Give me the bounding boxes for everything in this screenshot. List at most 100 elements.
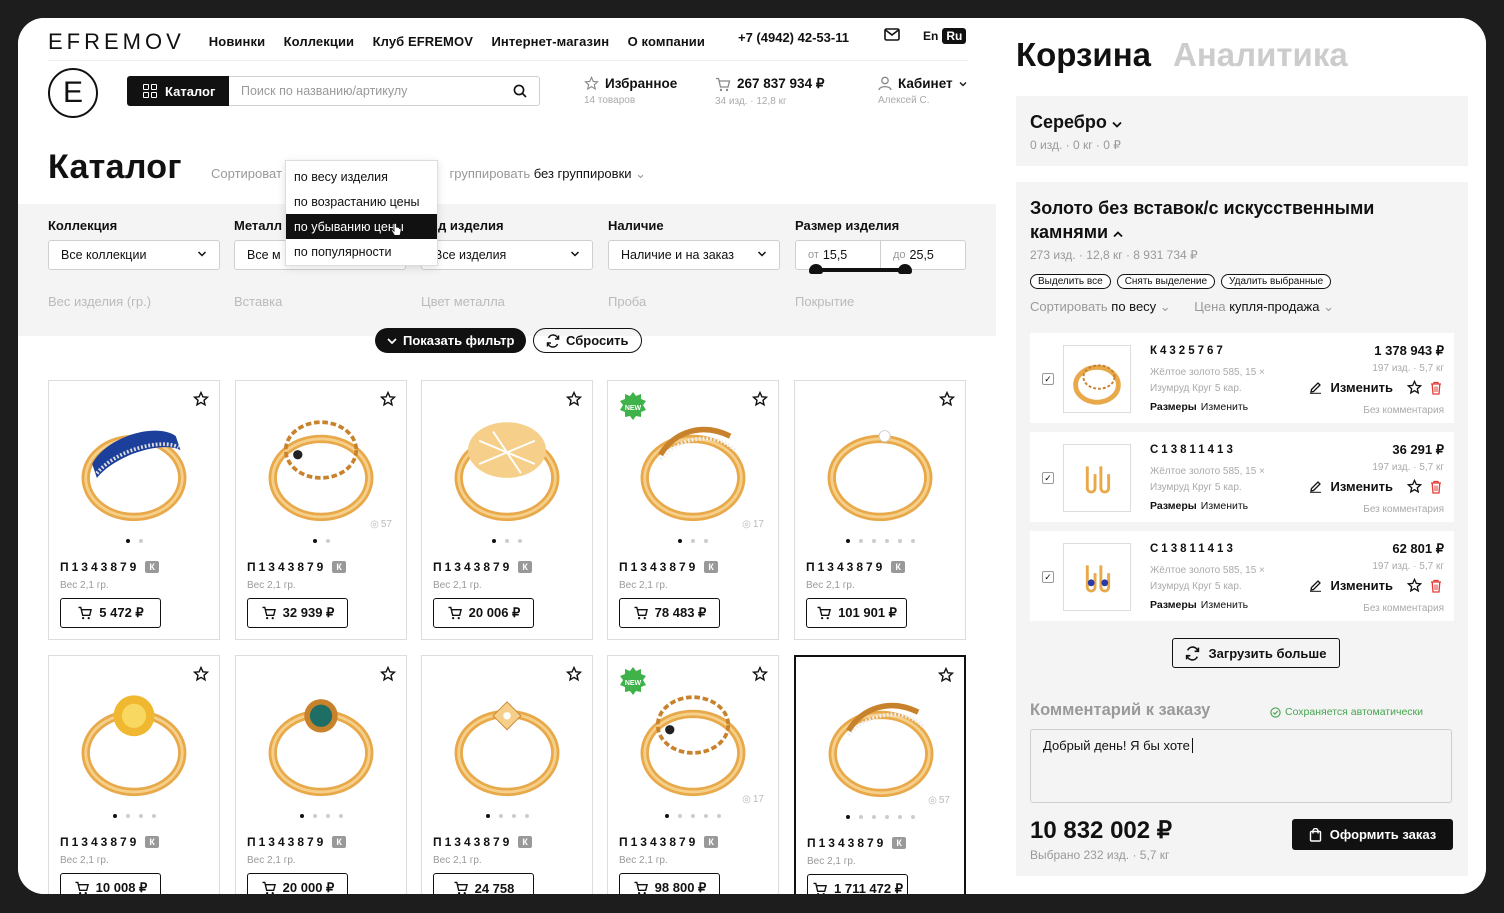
brand-emblem[interactable]: E [48, 68, 98, 118]
sort-option-price-asc[interactable]: по возрастанию цены [286, 189, 437, 214]
nav-collections[interactable]: Коллекции [284, 34, 355, 49]
nav-about[interactable]: О компании [628, 34, 705, 49]
cart-link[interactable]: 267 837 934 ₽ 34 изд. · 12,8 кг [715, 76, 824, 107]
ring-image[interactable] [442, 674, 572, 804]
item-thumbnail[interactable] [1063, 345, 1131, 413]
favorite-star-icon[interactable] [566, 391, 582, 407]
edit-button[interactable]: Изменить [1330, 578, 1393, 593]
size-slider-min-handle[interactable] [809, 264, 823, 274]
add-to-cart-button[interactable]: 5 472 ₽ [60, 598, 161, 628]
add-to-cart-button[interactable]: 101 901 ₽ [806, 598, 907, 628]
ring-image[interactable] [256, 399, 386, 529]
favorite-star-icon[interactable] [752, 666, 768, 682]
image-pager[interactable] [422, 539, 592, 543]
favorite-star-icon[interactable] [939, 391, 955, 407]
item-thumbnail[interactable] [1063, 444, 1131, 512]
mail-icon[interactable] [884, 28, 900, 41]
load-more-button[interactable]: Загрузить больше [1172, 638, 1340, 668]
image-pager[interactable] [236, 814, 406, 818]
product-card[interactable]: П1343879 К Вес 2,1 гр. 20 000 ₽ [235, 655, 407, 894]
ring-image[interactable] [69, 674, 199, 804]
item-comment[interactable]: Без комментария [1363, 603, 1444, 614]
add-to-cart-button[interactable]: 78 483 ₽ [619, 598, 720, 628]
product-card[interactable]: П1343879 К Вес 2,1 гр. 5 472 ₽ [48, 380, 220, 640]
favorite-star-icon[interactable] [1407, 380, 1422, 395]
add-to-cart-button[interactable]: 20 006 ₽ [433, 598, 534, 628]
filter-coating[interactable]: Покрытие [795, 294, 854, 309]
account-link[interactable]: Кабинет Алексей С. [878, 76, 967, 106]
sizes-edit-link[interactable]: Изменить [1201, 401, 1248, 413]
favorite-star-icon[interactable] [380, 666, 396, 682]
sizes-edit-link[interactable]: Изменить [1201, 500, 1248, 512]
phone-number[interactable]: +7 (4942) 42-53-11 [738, 30, 849, 45]
ring-image[interactable] [69, 399, 199, 529]
lang-ru[interactable]: Ru [942, 28, 967, 44]
size-to-input[interactable]: до 25,5 [881, 241, 965, 269]
item-thumbnail[interactable] [1063, 543, 1131, 611]
item-comment[interactable]: Без комментария [1363, 405, 1444, 416]
filter-weight[interactable]: Вес изделия (гр.) [48, 294, 151, 309]
trash-icon[interactable] [1430, 480, 1442, 494]
ring-image[interactable] [256, 674, 386, 804]
size-from-input[interactable]: от 15,5 [796, 241, 881, 269]
cart-price-value[interactable]: купля-продажа [1229, 299, 1319, 314]
favorite-star-icon[interactable] [752, 391, 768, 407]
lang-en[interactable]: En [923, 29, 938, 43]
cart-sort-value[interactable]: по весу [1111, 299, 1156, 314]
edit-button[interactable]: Изменить [1330, 479, 1393, 494]
image-pager[interactable] [236, 539, 406, 543]
nav-club[interactable]: Клуб EFREMOV [373, 34, 473, 49]
favorite-star-icon[interactable] [1407, 479, 1422, 494]
filter-insert[interactable]: Вставка [234, 294, 282, 309]
favorite-star-icon[interactable] [1407, 578, 1422, 593]
favorite-star-icon[interactable] [938, 667, 954, 683]
reset-button[interactable]: Сбросить [533, 328, 642, 353]
order-comment-textarea[interactable]: Добрый день! Я бы хоте [1030, 729, 1452, 803]
select-all-chip[interactable]: Выделить все [1030, 274, 1111, 289]
type-select[interactable]: Все изделия [421, 240, 593, 270]
group-value[interactable]: без группировки [534, 166, 632, 181]
favorite-star-icon[interactable] [193, 666, 209, 682]
nav-shop[interactable]: Интернет-магазин [491, 34, 609, 49]
image-pager[interactable] [796, 815, 964, 819]
tab-analytics[interactable]: Аналитика [1173, 36, 1348, 73]
product-card[interactable]: П1343879 К Вес 2,1 гр. 24 758 [421, 655, 593, 894]
add-to-cart-button[interactable]: 10 008 ₽ [60, 873, 161, 894]
add-to-cart-button[interactable]: 24 758 [433, 873, 534, 894]
sort-option-price-desc[interactable]: по убыванию цены [286, 214, 437, 239]
edit-button[interactable]: Изменить [1330, 380, 1393, 395]
deselect-chip[interactable]: Снять выделение [1116, 274, 1216, 289]
add-to-cart-button[interactable]: 32 939 ₽ [247, 598, 348, 628]
catalog-button[interactable]: Каталог [127, 76, 229, 106]
trash-icon[interactable] [1430, 381, 1442, 395]
nav-new[interactable]: Новинки [209, 34, 265, 49]
image-pager[interactable] [49, 814, 219, 818]
product-card[interactable]: NEW ◎ 17 П1343879 К Вес 2,1 гр. 78 483 ₽ [607, 380, 779, 640]
ring-image[interactable] [815, 399, 945, 529]
ring-image[interactable] [442, 399, 572, 529]
sort-option-weight[interactable]: по весу изделия [286, 164, 437, 189]
product-card[interactable]: П1343879 К Вес 2,1 гр. 101 901 ₽ [794, 380, 966, 640]
image-pager[interactable] [422, 814, 592, 818]
favorite-star-icon[interactable] [193, 391, 209, 407]
delete-selected-chip[interactable]: Удалить выбранные [1221, 274, 1332, 289]
product-card[interactable]: П1343879 К Вес 2,1 гр. 20 006 ₽ [421, 380, 593, 640]
sort-option-popularity[interactable]: по популярности [286, 239, 437, 264]
image-pager[interactable] [49, 539, 219, 543]
availability-select[interactable]: Наличие и на заказ [608, 240, 780, 270]
trash-icon[interactable] [1430, 579, 1442, 593]
product-card[interactable]: ◎ 57 П1343879 К Вес 2,1 гр. 1 711 472 ₽ [794, 655, 966, 894]
gold-group-title[interactable]: Золото без вставок/с искусственными камн… [1030, 196, 1454, 244]
item-checkbox[interactable]: ✓ [1042, 472, 1054, 484]
image-pager[interactable] [795, 539, 965, 543]
collection-select[interactable]: Все коллекции [48, 240, 220, 270]
add-to-cart-button[interactable]: 20 000 ₽ [247, 873, 348, 894]
favorite-star-icon[interactable] [566, 666, 582, 682]
product-card[interactable]: ◎ 57 П1343879 К Вес 2,1 гр. 32 939 ₽ [235, 380, 407, 640]
brand-logo[interactable]: EFREMOV [48, 29, 185, 55]
item-comment[interactable]: Без комментария [1363, 504, 1444, 515]
tab-cart[interactable]: Корзина [1016, 36, 1151, 73]
search-input[interactable]: Поиск по названию/артикулу [229, 76, 540, 106]
product-card[interactable]: П1343879 К Вес 2,1 гр. 10 008 ₽ [48, 655, 220, 894]
item-checkbox[interactable]: ✓ [1042, 373, 1054, 385]
